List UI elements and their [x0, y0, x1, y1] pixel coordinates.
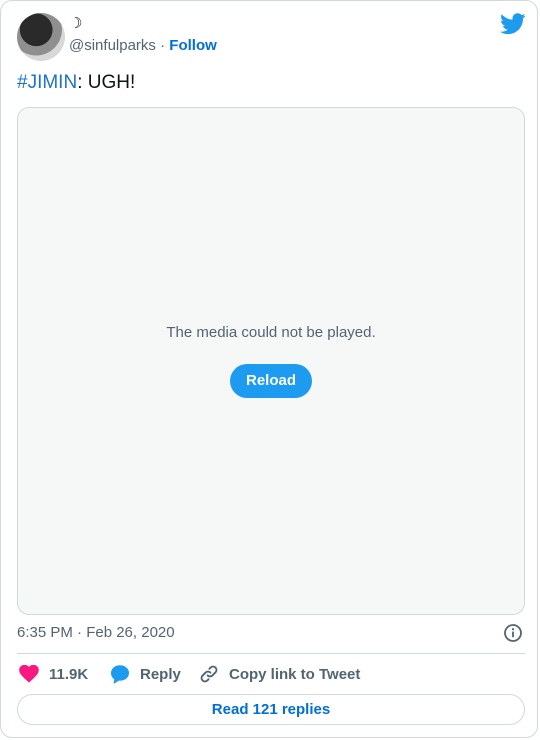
- hashtag-link[interactable]: #JIMIN: [17, 72, 77, 93]
- like-count: 11.9K: [49, 665, 89, 683]
- like-button[interactable]: 11.9K: [19, 662, 88, 686]
- read-replies-button[interactable]: Read 121 replies: [17, 694, 525, 725]
- tweet-timestamp[interactable]: 6:35 PM · Feb 26, 2020: [17, 624, 175, 642]
- tweet-text: #JIMIN: UGH!: [17, 71, 135, 95]
- user-handle[interactable]: @sinfulparks: [69, 37, 156, 54]
- divider: [17, 653, 525, 654]
- handle-row: @sinfulparks · Follow: [69, 37, 217, 55]
- tweet-text-body: : UGH!: [77, 72, 136, 93]
- twitter-bird-icon[interactable]: [500, 13, 526, 35]
- media-error-message: The media could not be played.: [166, 324, 376, 341]
- info-icon[interactable]: [503, 623, 523, 643]
- separator-dot: ·: [160, 37, 166, 54]
- reply-label: Reply: [140, 665, 181, 683]
- media-container: The media could not be played. Reload: [17, 107, 525, 615]
- follow-link[interactable]: Follow: [169, 37, 217, 54]
- link-icon: [200, 665, 218, 683]
- reply-bubble-icon: [111, 665, 129, 684]
- copy-link-button[interactable]: Copy link to Tweet: [199, 662, 360, 686]
- reload-button[interactable]: Reload: [230, 364, 312, 398]
- display-name[interactable]: ☽: [69, 15, 82, 33]
- reply-button[interactable]: Reply: [110, 662, 181, 686]
- avatar[interactable]: [17, 13, 65, 61]
- heart-icon: [19, 665, 39, 683]
- copy-link-label: Copy link to Tweet: [229, 665, 361, 683]
- tweet-card: ☽ @sinfulparks · Follow #JIMIN: UGH! The…: [0, 0, 538, 738]
